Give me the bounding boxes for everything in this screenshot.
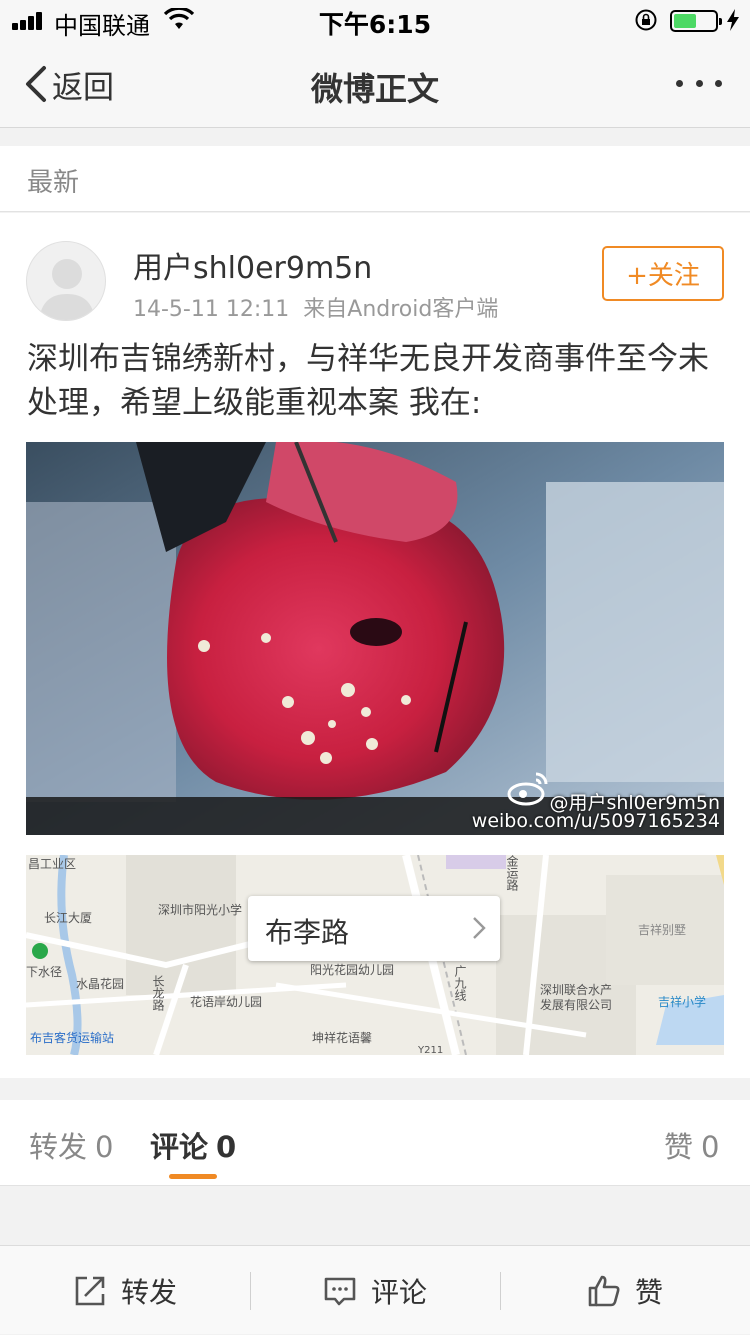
tab-like-count: 0: [701, 1130, 720, 1164]
map-label: 花语岸幼儿园: [190, 995, 263, 1009]
location-map[interactable]: 昌工业区 长江大厦 深圳市阳光小学 下水径 水晶花园 阳光花园幼儿园 花语岸幼儿…: [26, 855, 724, 1055]
repost-label: 转发: [120, 1275, 177, 1309]
post-text: 深圳布吉锦绣新村，与祥华无良开发商事件至今未处理，希望上级能重视本案 我在:: [27, 341, 709, 421]
map-label: 深圳联合水产发展有限公司: [540, 983, 613, 1012]
orientation-lock-icon: [635, 9, 657, 31]
map-label: 水晶花园: [76, 977, 125, 991]
map-label: 下水径: [26, 965, 63, 979]
post-username[interactable]: 用户shl0er9m5n: [133, 243, 372, 287]
tab-like-label: 赞: [664, 1130, 694, 1164]
map-label: 金运路: [505, 855, 519, 891]
tab-comment-label: 评论: [150, 1130, 209, 1164]
map-label: 深圳市阳光小学: [158, 903, 243, 917]
weibo-logo-icon: [507, 772, 548, 806]
location-button[interactable]: 布李路: [248, 896, 500, 961]
latest-header: 最新: [0, 146, 750, 212]
map-label: 坤祥花语馨: [312, 1031, 373, 1045]
avatar[interactable]: [26, 241, 106, 321]
photo-watermark-url: weibo.com/u/5097165234: [471, 810, 720, 832]
post-meta: 14-5-11 12:11 来自Android客户端: [133, 291, 498, 323]
map-label: 长江大厦: [44, 911, 93, 925]
map-label: 昌工业区: [28, 857, 77, 871]
comment-icon: [324, 1277, 356, 1305]
post-source: 来自Android客户端: [303, 297, 499, 322]
active-tab-indicator: [169, 1174, 217, 1179]
thumbs-up-icon: [588, 1275, 620, 1306]
location-label: 布李路: [265, 916, 350, 949]
like-label: 赞: [634, 1275, 663, 1309]
tab-like[interactable]: 赞0: [664, 1124, 719, 1166]
tab-comment[interactable]: 评论 0: [150, 1124, 236, 1166]
post-card: 用户shl0er9m5n 14-5-11 12:11 来自Android客户端 …: [0, 213, 750, 1078]
map-label: 广九线: [453, 965, 467, 1001]
avatar-icon: [39, 259, 95, 320]
tab-comment-count: 0: [216, 1130, 237, 1164]
status-bar: 中国联通 下午6:15: [0, 0, 750, 40]
post-timestamp: 14-5-11 12:11: [133, 297, 290, 322]
battery-icon: [670, 10, 722, 32]
charging-icon: [727, 9, 739, 31]
nav-bar: 返回 微博正文: [0, 40, 750, 128]
bottom-toolbar: 转发 评论 赞: [0, 1245, 750, 1334]
latest-label: 最新: [27, 168, 80, 198]
tab-repost[interactable]: 转发 0: [29, 1124, 113, 1166]
comment-button[interactable]: 评论: [250, 1246, 500, 1335]
like-button[interactable]: 赞: [500, 1246, 750, 1335]
photo-image: [26, 442, 724, 835]
post-tabs: 转发 0 评论 0 赞0: [0, 1100, 750, 1186]
map-label: 布吉客货运输站: [30, 1031, 115, 1045]
battery-fill: [674, 14, 696, 28]
chevron-right-icon: [473, 917, 486, 939]
tab-repost-label: 转发: [29, 1130, 88, 1164]
share-icon: [75, 1276, 105, 1305]
map-label: 阳光花园幼儿园: [310, 963, 395, 977]
more-icon[interactable]: [676, 80, 722, 90]
map-label: 长龙路: [151, 975, 165, 1011]
comment-label: 评论: [370, 1275, 427, 1309]
follow-button[interactable]: +关注: [602, 246, 724, 301]
post-photo[interactable]: @用户shl0er9m5n weibo.com/u/5097165234: [26, 442, 724, 835]
repost-button[interactable]: 转发: [0, 1246, 250, 1335]
map-label: Y211: [418, 1045, 444, 1055]
tab-repost-count: 0: [95, 1130, 114, 1164]
map-label: 吉祥小学: [658, 995, 707, 1009]
page-title: 微博正文: [310, 70, 439, 108]
map-label: 吉祥别墅: [638, 923, 687, 937]
